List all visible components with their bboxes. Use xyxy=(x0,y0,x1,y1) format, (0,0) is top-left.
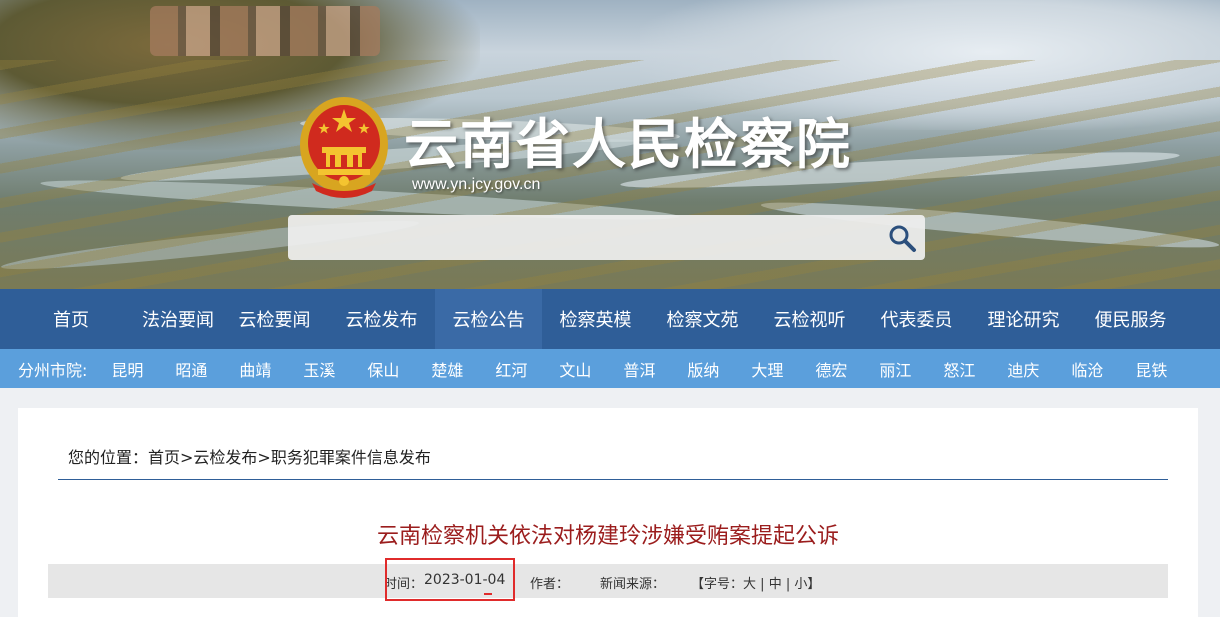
main-nav: 首页 法治要闻 云检要闻 云检发布 云检公告 检察英模 检察文苑 云检视听 代表… xyxy=(0,289,1220,349)
regional-link-zhaotong[interactable]: 昭通 xyxy=(159,357,223,381)
regional-link-kunming[interactable]: 昆明 xyxy=(95,357,159,381)
font-size-control: 【字号：大 | 中 | 小】 xyxy=(691,573,820,592)
meta-source-label: 新闻来源： xyxy=(600,577,666,592)
nav-item-releases[interactable]: 云检发布 xyxy=(328,289,435,349)
header-banner: 云南省人民检察院 www.yn.jcy.gov.cn xyxy=(0,0,1220,289)
nav-item-role-models[interactable]: 检察英模 xyxy=(542,289,649,349)
regional-link-dehong[interactable]: 德宏 xyxy=(799,357,863,381)
nav-item-announcements[interactable]: 云检公告 xyxy=(435,289,542,349)
article-title: 云南检察机关依法对杨建玲涉嫌受贿案提起公诉 xyxy=(376,524,839,549)
font-size-small-link[interactable]: 小 xyxy=(794,577,807,592)
nav-item-legal-news[interactable]: 法治要闻 xyxy=(142,289,214,349)
article-panel: 您的位置：首页>云检发布>职务犯罪案件信息发布 云南检察机关依法对杨建玲涉嫌受贿… xyxy=(18,408,1198,617)
font-size-large-link[interactable]: 大 xyxy=(743,577,756,592)
nav-item-literature[interactable]: 检察文苑 xyxy=(649,289,756,349)
site-title: 云南省人民检察院 xyxy=(404,112,852,176)
regional-link-wenshan[interactable]: 文山 xyxy=(543,357,607,381)
breadcrumb-divider xyxy=(58,479,1168,480)
font-size-close: 】 xyxy=(807,577,821,592)
regional-link-lincang[interactable]: 临沧 xyxy=(1055,357,1119,381)
font-size-separator: | xyxy=(785,577,791,592)
font-size-separator: | xyxy=(760,577,765,592)
nav-item-video[interactable]: 云检视听 xyxy=(756,289,863,349)
regional-link-banna[interactable]: 版纳 xyxy=(671,357,735,381)
text-cursor-mark xyxy=(484,593,492,595)
regional-nav: 分州市院: 昆明 昭通 曲靖 玉溪 保山 楚雄 红河 文山 普洱 版纳 大理 德… xyxy=(0,349,1220,388)
page: 云南省人民检察院 www.yn.jcy.gov.cn 首页 法治要闻 云检要闻 … xyxy=(0,0,1220,617)
nav-item-procuratorate-news[interactable]: 云检要闻 xyxy=(221,289,328,349)
breadcrumb[interactable]: 您的位置：首页>云检发布>职务犯罪案件信息发布 xyxy=(68,444,431,468)
national-emblem-icon xyxy=(300,97,388,198)
font-size-label: 【字号： xyxy=(691,577,744,592)
nav-item-public-services[interactable]: 便民服务 xyxy=(1077,289,1184,349)
banner-houses xyxy=(150,6,380,56)
regional-link-nujiang[interactable]: 怒江 xyxy=(927,357,991,381)
search-box xyxy=(288,215,925,260)
article-meta-bar: 时间： 2023-01-04 作者： 新闻来源： 【字号：大 | 中 | 小】 xyxy=(48,564,1168,598)
regional-link-diqing[interactable]: 迪庆 xyxy=(991,357,1055,381)
regional-link-kuntie[interactable]: 昆铁 xyxy=(1119,357,1183,381)
regional-nav-label: 分州市院: xyxy=(18,360,88,380)
nav-item-deputies[interactable]: 代表委员 xyxy=(863,289,970,349)
nav-item-theory-research[interactable]: 理论研究 xyxy=(970,289,1077,349)
regional-link-puer[interactable]: 普洱 xyxy=(607,357,671,381)
search-input[interactable] xyxy=(300,223,860,251)
regional-link-dali[interactable]: 大理 xyxy=(735,357,799,381)
site-url: www.yn.jcy.gov.cn xyxy=(412,176,541,193)
regional-link-yuxi[interactable]: 玉溪 xyxy=(287,357,351,381)
font-size-medium-link[interactable]: 中 xyxy=(769,577,782,592)
regional-link-lijiang[interactable]: 丽江 xyxy=(863,357,927,381)
search-icon[interactable] xyxy=(887,223,917,253)
regional-link-honghe[interactable]: 红河 xyxy=(479,357,543,381)
nav-item-home[interactable]: 首页 xyxy=(0,289,142,349)
regional-link-qujing[interactable]: 曲靖 xyxy=(223,357,287,381)
regional-link-chuxiong[interactable]: 楚雄 xyxy=(415,357,479,381)
date-highlight-box xyxy=(385,558,515,601)
meta-author-label: 作者： xyxy=(530,577,570,592)
regional-link-baoshan[interactable]: 保山 xyxy=(351,357,415,381)
